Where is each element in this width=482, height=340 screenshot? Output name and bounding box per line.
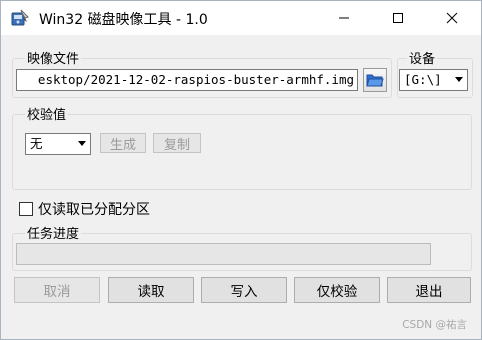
window-title: Win32 磁盘映像工具 - 1.0 [39,12,208,28]
generate-checksum-button[interactable]: 生成 [100,133,146,153]
minimize-icon [339,17,349,19]
progress-bar [16,243,431,265]
checksum-type-select[interactable]: 无 [25,133,91,155]
title-bar[interactable]: Win32 磁盘映像工具 - 1.0 [1,1,481,35]
folder-open-icon [366,74,384,87]
maximize-icon [393,13,403,23]
progress-group-label: 任务进度 [25,223,82,242]
browse-folder-button[interactable] [363,68,387,92]
app-window: Win32 磁盘映像工具 - 1.0 映像文件 esktop/2021-12-0… [0,0,482,340]
copy-checksum-button[interactable]: 复制 [153,133,201,153]
disk-writer-icon [10,8,30,28]
cancel-button[interactable]: 取消 [14,277,100,303]
minimize-button[interactable] [321,1,367,35]
verify-only-button[interactable]: 仅校验 [294,277,380,303]
chevron-down-icon [455,77,463,82]
chevron-down-icon [78,141,86,146]
image-file-group-label: 映像文件 [25,48,82,67]
device-select[interactable]: [G:\] [399,69,468,91]
read-only-allocated-checkbox[interactable] [19,202,33,216]
write-button[interactable]: 写入 [201,277,287,303]
device-group-label: 设备 [407,48,438,67]
maximize-button[interactable] [375,1,421,35]
image-file-path-input[interactable]: esktop/2021-12-02-raspios-buster-armhf.i… [16,69,358,91]
close-button[interactable] [429,1,475,35]
checksum-group-label: 校验值 [25,104,69,123]
read-only-allocated-label: 仅读取已分配分区 [38,202,150,218]
exit-button[interactable]: 退出 [387,277,471,303]
read-button[interactable]: 读取 [108,277,194,303]
watermark-text: CSDN @祐言 [402,319,467,331]
close-icon [446,12,458,24]
